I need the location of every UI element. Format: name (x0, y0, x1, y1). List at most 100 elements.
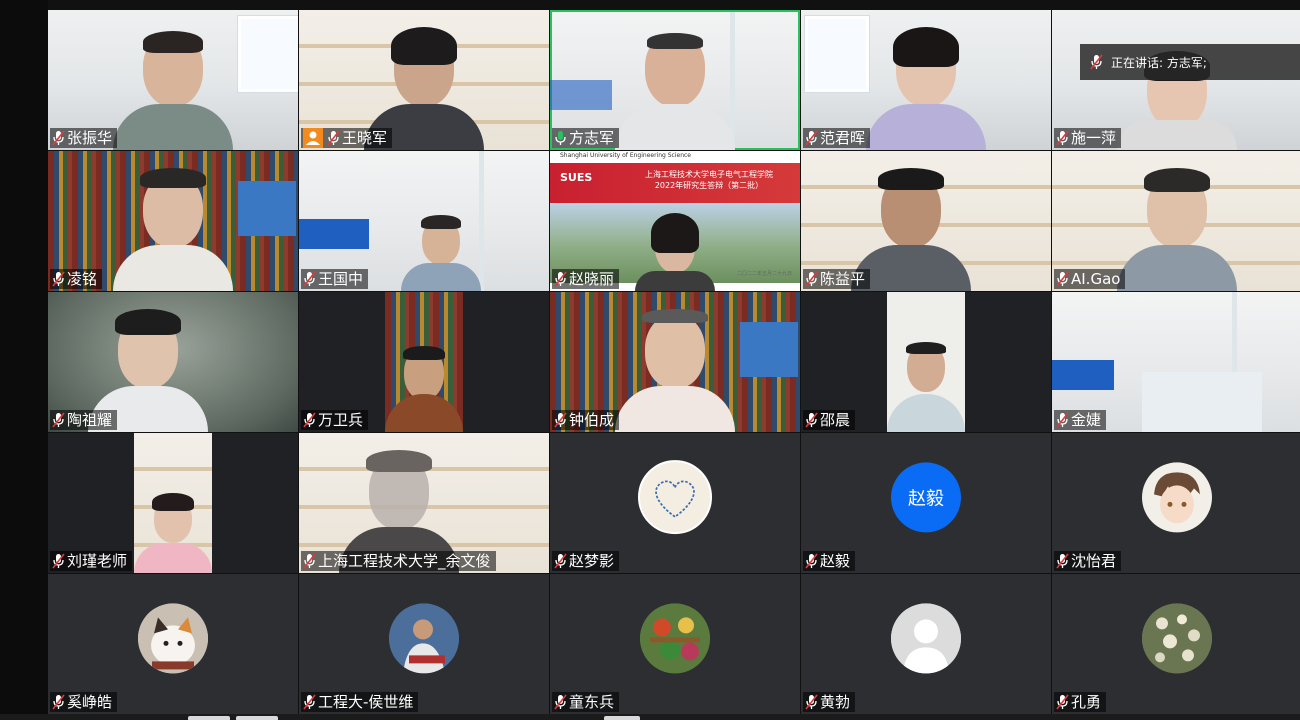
participant-name: 孔勇 (1071, 693, 1102, 711)
participant-video (113, 166, 233, 291)
taskbar-item[interactable] (188, 716, 230, 720)
participant-name-tag: 陈益平 (803, 269, 871, 289)
mic-icon (303, 412, 316, 428)
participant-name: 张振华 (67, 129, 113, 147)
mic-icon (1056, 271, 1069, 287)
video-tile[interactable]: 童东兵 (550, 574, 800, 714)
mic-icon (805, 412, 818, 428)
video-tile-shared-slide[interactable]: Shanghai University of Engineering Scien… (550, 151, 800, 291)
video-tile[interactable]: 上海工程技术大学_余文俊 (299, 433, 549, 573)
avatar-food (640, 603, 710, 674)
participant-video (113, 25, 233, 150)
video-grid: 张振华 王晓军 方志军 范君晖 正在讲话: 方志军; 施一萍 凌铭 王国中 Sh… (48, 10, 1300, 715)
avatar-initials: 赵毅 (891, 462, 961, 533)
video-tile[interactable]: 陈益平 (801, 151, 1051, 291)
participant-name: 王国中 (318, 270, 364, 288)
mic-icon (52, 271, 65, 287)
participant-name-tag: 童东兵 (552, 692, 620, 712)
mic-icon (52, 412, 65, 428)
participant-video (134, 489, 212, 573)
host-icon (303, 128, 323, 148)
mic-icon (805, 271, 818, 287)
participant-name-tag: 黄勃 (803, 692, 856, 712)
slide-logo: SUES (560, 171, 593, 184)
participant-name-tag: 邵晨 (803, 410, 856, 430)
video-tile-active-speaker[interactable]: 方志军 (550, 10, 800, 150)
video-tile[interactable]: AI.Gao (1052, 151, 1300, 291)
video-tile[interactable]: 赵梦影 (550, 433, 800, 573)
mic-icon (303, 553, 316, 569)
avatar-default-person-icon (891, 603, 961, 674)
participant-name: 施一萍 (1071, 129, 1117, 147)
video-tile[interactable]: 工程大-侯世维 (299, 574, 549, 714)
video-tile[interactable]: 万卫兵 (299, 292, 549, 432)
mic-icon (1056, 553, 1069, 569)
avatar-cat (138, 603, 208, 674)
video-tile[interactable]: 陶祖耀 (48, 292, 298, 432)
mic-icon (1090, 54, 1103, 70)
participant-name: 工程大-侯世维 (318, 693, 414, 711)
avatar-heart-text (638, 460, 712, 535)
video-tile[interactable]: 正在讲话: 方志军; 施一萍 (1052, 10, 1300, 150)
slide-date: 二〇二二年五月二十九日 (736, 271, 792, 277)
video-tile[interactable]: 王晓军 (299, 10, 549, 150)
video-tile[interactable]: 黄勃 (801, 574, 1051, 714)
video-tile[interactable]: 张振华 (48, 10, 298, 150)
participant-name-tag: AI.Gao (1054, 269, 1126, 289)
participant-name-tag: 工程大-侯世维 (301, 692, 419, 712)
mic-speaking-icon (554, 130, 567, 146)
mic-icon (554, 271, 567, 287)
video-tile[interactable]: 钟伯成 (550, 292, 800, 432)
participant-name-tag: 奚峥皓 (50, 692, 118, 712)
slide-title: 上海工程技术大学电子电气工程学院 2022年研究生答辩（第二批） (645, 169, 773, 191)
participant-name: 钟伯成 (569, 411, 615, 429)
mic-icon (52, 553, 65, 569)
participant-name-tag: 张振华 (50, 128, 118, 148)
slide-university-en: Shanghai University of Engineering Scien… (550, 151, 800, 163)
participant-name: 上海工程技术大学_余文俊 (318, 552, 491, 570)
taskbar-item[interactable] (604, 716, 640, 720)
participant-name: 陈益平 (820, 270, 866, 288)
participant-name-tag: 孔勇 (1054, 692, 1107, 712)
speaking-indicator: 正在讲话: 方志军; (1080, 44, 1300, 80)
taskbar-item[interactable] (236, 716, 278, 720)
participant-name: 黄勃 (820, 693, 851, 711)
mic-icon (327, 130, 340, 146)
video-tile[interactable]: 孔勇 (1052, 574, 1300, 714)
participant-video (1117, 166, 1237, 291)
participant-name-tag: 金婕 (1054, 410, 1107, 430)
slide-title-line2: 2022年研究生答辩（第二批） (654, 181, 764, 190)
participant-name-tag: 方志军 (552, 128, 620, 148)
mic-icon (805, 130, 818, 146)
participant-video (615, 307, 735, 432)
video-tile[interactable]: 范君晖 (801, 10, 1051, 150)
video-tile[interactable]: 邵晨 (801, 292, 1051, 432)
participant-name: 赵毅 (820, 552, 851, 570)
mic-icon (554, 694, 567, 710)
video-tile[interactable]: 沈怡君 (1052, 433, 1300, 573)
mic-icon (303, 694, 316, 710)
video-tile[interactable]: 赵毅 赵毅 (801, 433, 1051, 573)
video-tile[interactable]: 王国中 (299, 151, 549, 291)
avatar-photo (389, 603, 459, 674)
participant-name-tag: 刘瑾老师 (50, 551, 133, 571)
avatar-anime (1142, 462, 1212, 533)
participant-name-tag: 施一萍 (1054, 128, 1122, 148)
participant-name: 陶祖耀 (67, 411, 113, 429)
participant-video (866, 25, 986, 150)
participant-name: 方志军 (569, 129, 615, 147)
participant-name-tag: 万卫兵 (301, 410, 369, 430)
video-tile[interactable]: 凌铭 (48, 151, 298, 291)
slide-title-line1: 上海工程技术大学电子电气工程学院 (645, 170, 773, 179)
participant-name-tag: 上海工程技术大学_余文俊 (301, 551, 496, 571)
video-tile[interactable]: 金婕 (1052, 292, 1300, 432)
participant-name-tag: 钟伯成 (552, 410, 620, 430)
mic-icon (1056, 412, 1069, 428)
participant-video (887, 336, 965, 432)
video-tile[interactable]: 奚峥皓 (48, 574, 298, 714)
mic-icon (554, 412, 567, 428)
mic-icon (554, 553, 567, 569)
video-tile[interactable]: 刘瑾老师 (48, 433, 298, 573)
participant-name-tag: 凌铭 (50, 269, 103, 289)
participant-name-tag: 赵毅 (803, 551, 856, 571)
